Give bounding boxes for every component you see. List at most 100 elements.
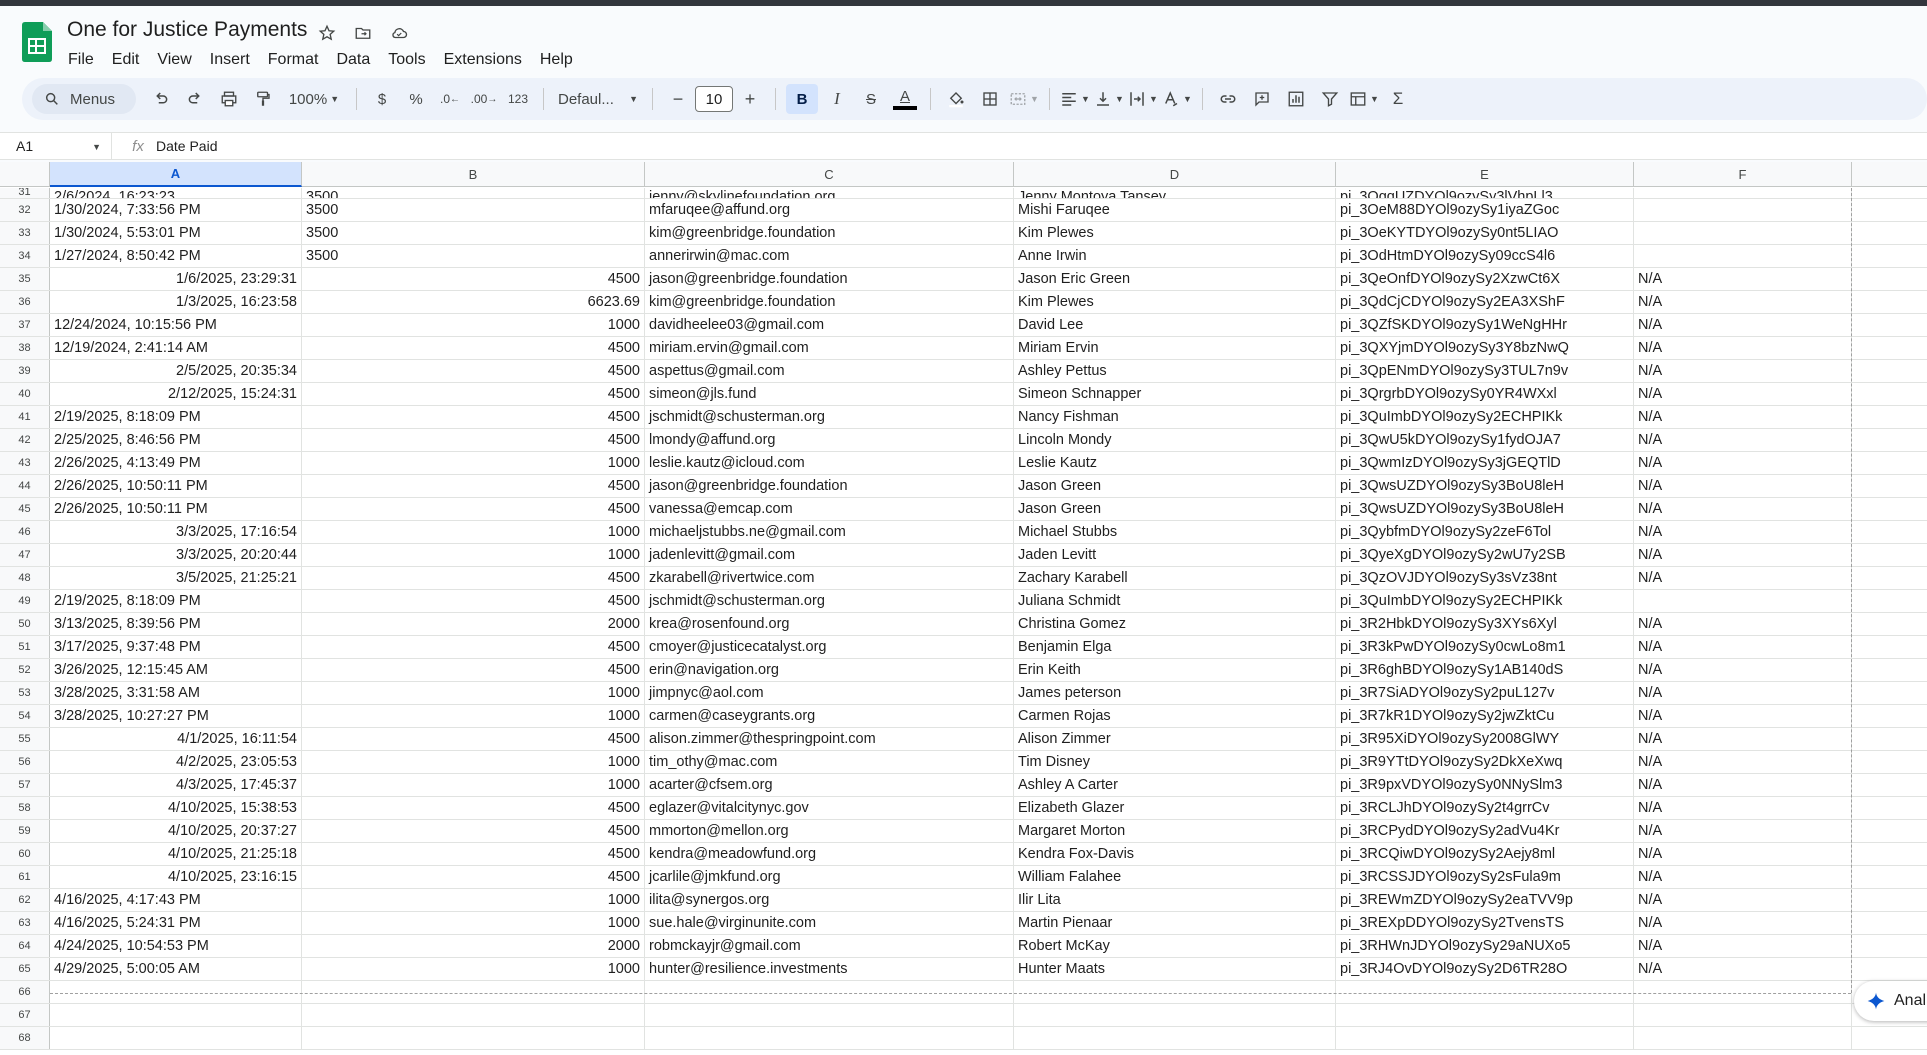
cell-f[interactable]: N/A (1634, 314, 1852, 336)
print-icon[interactable] (214, 84, 244, 114)
cell-e[interactable]: pi_3QpENmDYOl9ozySy3TUL7n9v (1336, 360, 1634, 382)
cell-g[interactable] (1852, 613, 1927, 635)
cell-b[interactable] (302, 1027, 645, 1049)
cell-f[interactable] (1634, 1004, 1852, 1026)
cell-c[interactable]: robmckayjr@gmail.com (645, 935, 1014, 957)
cell-d[interactable]: Margaret Morton (1014, 820, 1336, 842)
cell-g[interactable] (1852, 475, 1927, 497)
cell-e[interactable]: pi_3R7kR1DYOl9ozySy2jwZktCu (1336, 705, 1634, 727)
cell-a[interactable]: 4/29/2025, 5:00:05 AM (50, 958, 302, 980)
cell-c[interactable]: carmen@caseygrants.org (645, 705, 1014, 727)
cell-e[interactable]: pi_3R9YTtDYOl9ozySy2DkXeXwq (1336, 751, 1634, 773)
cell-d[interactable]: Kim Plewes (1014, 291, 1336, 313)
cell-c[interactable]: acarter@cfsem.org (645, 774, 1014, 796)
cell-f[interactable] (1634, 1027, 1852, 1049)
cell-e[interactable]: pi_3OdHtmDYOl9ozySy09ccS4l6 (1336, 245, 1634, 267)
cell-c[interactable]: jason@greenbridge.foundation (645, 475, 1014, 497)
cell-f[interactable]: N/A (1634, 843, 1852, 865)
cell-b[interactable]: 4500 (302, 360, 645, 382)
cell-e[interactable] (1336, 1004, 1634, 1026)
cell-d[interactable]: Jenny Montoya Tansey (1014, 188, 1336, 198)
cell-d[interactable]: William Falahee (1014, 866, 1336, 888)
cell-a[interactable]: 4/3/2025, 17:45:37 (50, 774, 302, 796)
cell-c[interactable]: ilita@synergos.org (645, 889, 1014, 911)
cell-d[interactable]: Miriam Ervin (1014, 337, 1336, 359)
star-icon[interactable] (314, 20, 340, 46)
row-header[interactable]: 48 (0, 567, 50, 589)
cell-a[interactable]: 2/19/2025, 8:18:09 PM (50, 590, 302, 612)
italic-button[interactable]: I (822, 84, 852, 114)
cell-d[interactable]: Martin Pienaar (1014, 912, 1336, 934)
cell-a[interactable]: 3/3/2025, 17:16:54 (50, 521, 302, 543)
cell-a[interactable]: 2/26/2025, 10:50:11 PM (50, 498, 302, 520)
cell-b[interactable]: 1000 (302, 912, 645, 934)
cell-g[interactable] (1852, 659, 1927, 681)
cell-g[interactable] (1852, 958, 1927, 980)
row-header[interactable]: 49 (0, 590, 50, 612)
paint-format-icon[interactable] (248, 84, 278, 114)
cell-a[interactable]: 3/17/2025, 9:37:48 PM (50, 636, 302, 658)
cell-a[interactable]: 3/5/2025, 21:25:21 (50, 567, 302, 589)
cell-a[interactable]: 4/10/2025, 23:16:15 (50, 866, 302, 888)
menu-tools[interactable]: Tools (379, 47, 434, 73)
cell-b[interactable] (302, 1004, 645, 1026)
cell-b[interactable]: 1000 (302, 751, 645, 773)
cell-c[interactable]: michaeljstubbs.ne@gmail.com (645, 521, 1014, 543)
menu-insert[interactable]: Insert (201, 47, 259, 73)
cell-c[interactable]: kim@greenbridge.foundation (645, 291, 1014, 313)
cell-e[interactable]: pi_3REXpDDYOl9ozySy2TvensTS (1336, 912, 1634, 934)
cell-c[interactable] (645, 1027, 1014, 1049)
cell-c[interactable]: hunter@resilience.investments (645, 958, 1014, 980)
merge-cells-icon[interactable]: ▼ (1009, 84, 1039, 114)
cell-f[interactable]: N/A (1634, 337, 1852, 359)
cell-d[interactable]: Jason Green (1014, 475, 1336, 497)
cell-b[interactable]: 6623.69 (302, 291, 645, 313)
cell-a[interactable]: 12/24/2024, 10:15:56 PM (50, 314, 302, 336)
cell-c[interactable]: kendra@meadowfund.org (645, 843, 1014, 865)
cell-g[interactable] (1852, 843, 1927, 865)
row-header[interactable]: 36 (0, 291, 50, 313)
select-all-corner[interactable] (0, 162, 50, 186)
cell-d[interactable]: Lincoln Mondy (1014, 429, 1336, 451)
cell-g[interactable] (1852, 1027, 1927, 1049)
row-header[interactable]: 64 (0, 935, 50, 957)
cell-d[interactable] (1014, 981, 1336, 1003)
cell-c[interactable]: davidheelee03@gmail.com (645, 314, 1014, 336)
cell-b[interactable]: 1000 (302, 314, 645, 336)
cell-c[interactable]: jschmidt@schusterman.org (645, 406, 1014, 428)
cell-e[interactable]: pi_3QuImbDYOl9ozySy2ECHPIKk (1336, 590, 1634, 612)
cell-f[interactable]: N/A (1634, 475, 1852, 497)
menu-edit[interactable]: Edit (103, 47, 149, 73)
row-header[interactable]: 45 (0, 498, 50, 520)
cell-f[interactable]: N/A (1634, 912, 1852, 934)
cell-a[interactable]: 3/28/2025, 3:31:58 AM (50, 682, 302, 704)
cell-b[interactable]: 1000 (302, 774, 645, 796)
search-menus-button[interactable]: Menus (32, 84, 136, 114)
cell-d[interactable]: Hunter Maats (1014, 958, 1336, 980)
cell-g[interactable] (1852, 498, 1927, 520)
cell-b[interactable]: 2000 (302, 613, 645, 635)
cell-g[interactable] (1852, 452, 1927, 474)
menu-data[interactable]: Data (327, 47, 379, 73)
row-header[interactable]: 57 (0, 774, 50, 796)
cell-f[interactable]: N/A (1634, 636, 1852, 658)
cell-e[interactable]: pi_3QybfmDYOl9ozySy2zeF6Tol (1336, 521, 1634, 543)
cell-e[interactable]: pi_3R2HbkDYOl9ozySy3XYs6Xyl (1336, 613, 1634, 635)
cell-d[interactable]: Tim Disney (1014, 751, 1336, 773)
column-header-c[interactable]: C (645, 162, 1014, 187)
text-color-button[interactable]: A (890, 84, 920, 114)
row-header[interactable]: 46 (0, 521, 50, 543)
cell-c[interactable]: jason@greenbridge.foundation (645, 268, 1014, 290)
cell-b[interactable]: 2000 (302, 935, 645, 957)
row-header[interactable]: 58 (0, 797, 50, 819)
cell-b[interactable]: 4500 (302, 866, 645, 888)
filter-icon[interactable] (1315, 84, 1345, 114)
cell-f[interactable]: N/A (1634, 889, 1852, 911)
cell-f[interactable]: N/A (1634, 429, 1852, 451)
cell-a[interactable] (50, 981, 302, 1003)
increase-decimal-button[interactable]: .00 → (469, 84, 499, 114)
currency-format-button[interactable]: $ (367, 84, 397, 114)
cell-b[interactable]: 3500 (302, 199, 645, 221)
cell-d[interactable]: Carmen Rojas (1014, 705, 1336, 727)
cell-f[interactable]: N/A (1634, 613, 1852, 635)
